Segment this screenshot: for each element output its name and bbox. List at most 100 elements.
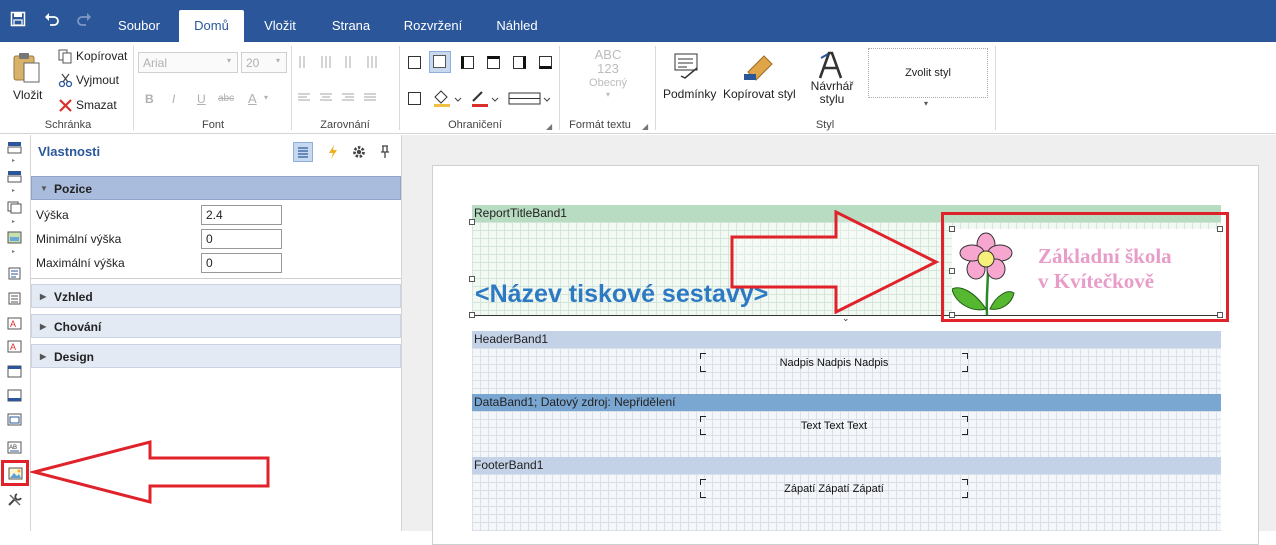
border-top-button[interactable] [487, 56, 500, 69]
report-title-text[interactable]: <Název tiskové sestavy> [475, 280, 768, 309]
data-band-header[interactable]: DataBand1; Datový zdroj: Nepřidělení [472, 394, 1221, 411]
redo-icon[interactable] [74, 11, 94, 31]
svg-text:A: A [10, 319, 16, 329]
choose-style-dropdown[interactable]: Zvolit styl [868, 48, 988, 98]
scissors-icon [58, 73, 73, 88]
font-size-select[interactable]: 20 ▾ [241, 52, 287, 73]
expand-arrow-icon[interactable]: ▸ [12, 218, 15, 225]
line-style-icon [508, 92, 551, 105]
panel-icon[interactable] [7, 365, 22, 378]
max-height-input[interactable]: 0 [201, 253, 282, 273]
alignment-buttons[interactable] [298, 54, 390, 104]
italic-button[interactable]: I [172, 92, 175, 106]
chevron-right-icon: ▶ [40, 322, 47, 331]
expand-arrow-icon[interactable]: ▸ [12, 248, 15, 255]
container-icon[interactable] [7, 413, 22, 426]
tab-nahled[interactable]: Náhled [486, 10, 548, 42]
height-input[interactable]: 2.4 [201, 205, 282, 225]
category-chovani[interactable]: ▶ Chování [31, 314, 401, 338]
fill-color-button[interactable] [432, 89, 462, 107]
chevron-down-icon: ▾ [605, 90, 610, 99]
border-color-button[interactable] [470, 89, 500, 107]
tab-vlozit[interactable]: Vložit [253, 10, 307, 42]
rich-label-icon[interactable]: AB [7, 441, 22, 454]
data-band-body[interactable] [472, 411, 1221, 457]
conditions-button[interactable]: Podmínky [660, 50, 716, 101]
category-design[interactable]: ▶ Design [31, 344, 401, 368]
tab-soubor[interactable]: Soubor [108, 10, 170, 42]
style-designer-icon [818, 51, 843, 79]
properties-view-button[interactable] [293, 142, 313, 162]
border-style-button[interactable] [508, 90, 554, 108]
strikethrough-button[interactable]: abc [218, 93, 234, 104]
save-icon[interactable] [8, 11, 28, 31]
style-group-label: Styl [815, 119, 835, 131]
resize-handle[interactable] [469, 219, 475, 225]
tab-strana[interactable]: Strana [320, 10, 382, 42]
band-resize-icon[interactable]: ⌄ [842, 313, 850, 324]
highlight-box [941, 212, 1229, 322]
header-band-text[interactable]: Nadpis Nadpis Nadpis [700, 357, 968, 369]
chevron-down-icon[interactable]: ▾ [924, 99, 928, 108]
annotation-arrow-right-icon [730, 210, 940, 314]
tools-icon[interactable] [7, 493, 22, 506]
font-color-button[interactable]: A [248, 91, 257, 106]
style-designer-label-line2: stylu [819, 92, 845, 106]
cell-corner-marker [700, 492, 706, 498]
category-pozice[interactable]: ▼ Pozice [31, 176, 401, 200]
cell-corner-marker [962, 353, 968, 359]
group-separator [559, 46, 560, 130]
border-bottom-button[interactable] [539, 56, 552, 69]
border-none-button[interactable] [429, 51, 451, 73]
report-title-band-icon[interactable] [7, 141, 22, 154]
data-band-text[interactable]: Text Text Text [700, 420, 968, 432]
tab-domu[interactable]: Domů [179, 10, 244, 42]
events-lightning-icon[interactable] [327, 145, 339, 159]
data-band-icon[interactable] [7, 201, 22, 214]
border-frame-button[interactable] [408, 92, 421, 105]
dialog-launcher-icon[interactable]: ◢ [642, 122, 648, 131]
expand-arrow-icon[interactable]: ▸ [12, 187, 15, 194]
footer-band-header[interactable]: FooterBand1 [472, 457, 1221, 474]
undo-icon[interactable] [42, 11, 62, 31]
format-sample-abc: ABC [594, 47, 622, 62]
dialog-launcher-icon[interactable]: ◢ [546, 122, 552, 131]
copy-button[interactable]: Kopírovat [56, 48, 136, 66]
data-field-icon[interactable]: A [7, 340, 22, 353]
cell-corner-marker [962, 416, 968, 422]
header-band-header[interactable]: HeaderBand1 [472, 331, 1221, 348]
group-band-icon[interactable] [7, 231, 22, 244]
chevron-right-icon: ▶ [40, 292, 47, 301]
cut-button[interactable]: Vyjmout [56, 72, 136, 90]
expand-arrow-icon[interactable]: ▸ [12, 157, 15, 164]
text-format-button[interactable]: ABC 123 Obecný ▾ [580, 47, 636, 100]
cell-corner-marker [962, 366, 968, 372]
label-icon[interactable]: A [7, 317, 22, 330]
min-height-input[interactable]: 0 [201, 229, 282, 249]
border-right-button[interactable] [513, 56, 526, 69]
style-designer-button[interactable]: Návrhář stylu [808, 50, 856, 114]
copy-style-button[interactable]: Kopírovat styl [722, 50, 798, 101]
resize-handle[interactable] [469, 312, 475, 318]
page-header-band-icon[interactable] [7, 170, 22, 183]
footer-panel-icon[interactable] [7, 389, 22, 402]
border-all-button[interactable] [408, 56, 421, 69]
panel-title: Vlastnosti [38, 144, 101, 159]
category-vzhled[interactable]: ▶ Vzhled [31, 284, 401, 308]
font-family-select[interactable]: Arial ▾ [138, 52, 238, 73]
image-component-button[interactable] [1, 460, 29, 486]
tab-rozvrzeni[interactable]: Rozvržení [395, 10, 471, 42]
paste-button[interactable] [10, 50, 44, 84]
footer-band-text[interactable]: Zápatí Zápatí Zápatí [700, 483, 968, 495]
underline-button[interactable]: U [197, 92, 206, 106]
ribbon: Vložit Kopírovat Vyjmout Smazat Schránka… [0, 42, 1276, 134]
text-component-icon[interactable] [7, 267, 22, 280]
border-left-button[interactable] [461, 56, 474, 69]
bold-button[interactable]: B [145, 92, 154, 106]
chevron-down-icon: ▾ [227, 56, 232, 65]
gear-icon[interactable] [352, 145, 366, 159]
delete-button[interactable]: Smazat [56, 97, 136, 115]
pin-icon[interactable] [379, 145, 391, 159]
header-band-body[interactable] [472, 348, 1221, 394]
rich-text-icon[interactable] [7, 292, 22, 305]
